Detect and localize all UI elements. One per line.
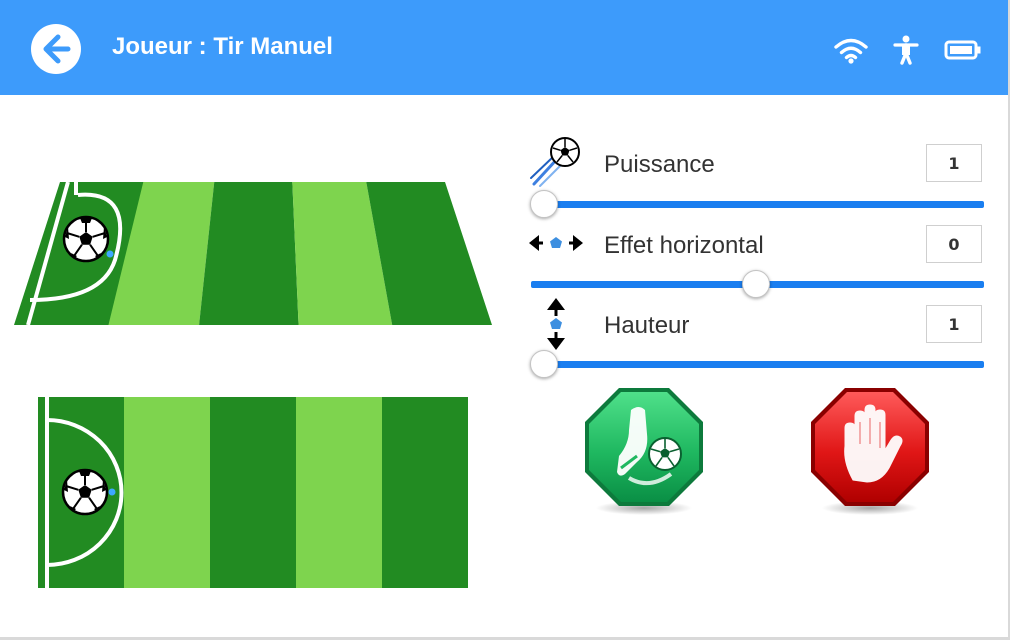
accessibility-icon (893, 35, 919, 65)
stop-button[interactable] (805, 382, 935, 517)
hauteur-slider-thumb[interactable] (530, 350, 558, 378)
soccer-ball-icon (62, 215, 110, 263)
hauteur-label: Hauteur (604, 312, 690, 339)
wifi-icon (834, 38, 868, 64)
horizontal-arrows-icon (529, 235, 583, 251)
effet-value[interactable]: 0 (926, 225, 982, 263)
effet-label: Effet horizontal (604, 232, 764, 259)
back-button[interactable] (31, 24, 81, 74)
battery-icon (944, 40, 981, 60)
ball-kick-icon (530, 137, 580, 187)
top-view-field (38, 397, 468, 588)
hauteur-value[interactable]: 1 (926, 305, 982, 343)
puissance-value[interactable]: 1 (926, 144, 982, 182)
perspective-field (14, 182, 492, 325)
shoot-button[interactable] (579, 382, 709, 517)
header-bar: Joueur : Tir Manuel (0, 0, 1008, 95)
effet-slider-thumb[interactable] (741, 270, 770, 298)
puissance-label: Puissance (604, 151, 715, 178)
soccer-ball-icon (61, 468, 109, 516)
puissance-slider-track[interactable] (531, 201, 984, 208)
hauteur-slider-track[interactable] (531, 361, 984, 368)
vertical-arrows-icon (547, 298, 565, 350)
puissance-slider-thumb[interactable] (530, 190, 558, 218)
arrow-left-icon (43, 34, 71, 64)
page-title: Joueur : Tir Manuel (112, 33, 333, 60)
